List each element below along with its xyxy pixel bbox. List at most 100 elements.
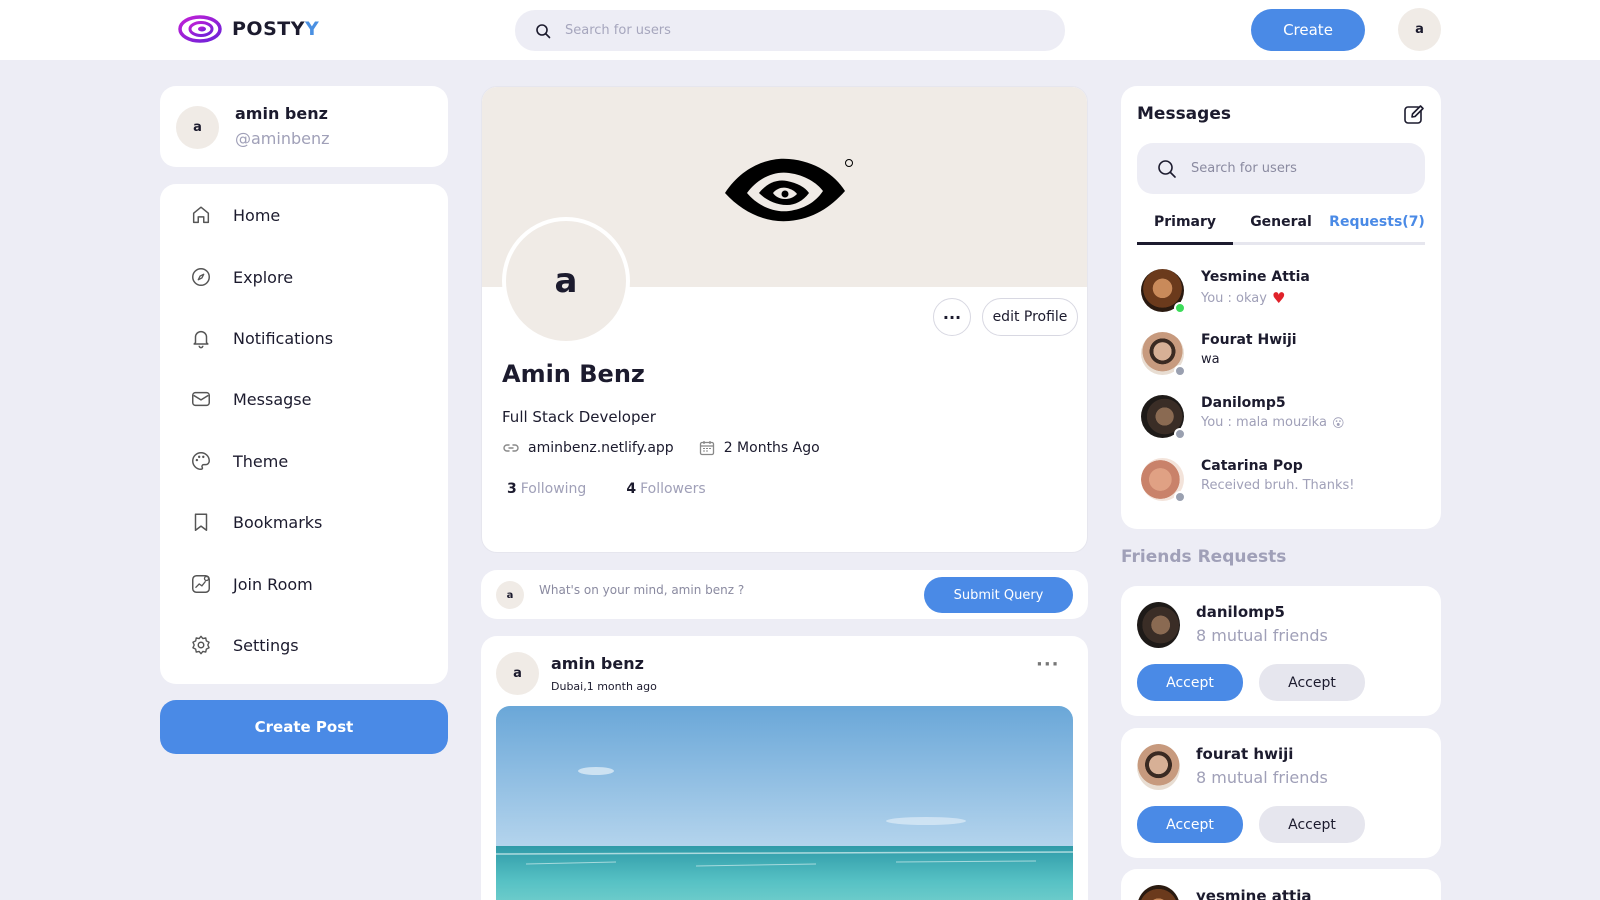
message-sender-name: Catarina Pop [1201,458,1303,474]
logo-text: POSTYY [232,18,320,40]
accept-button[interactable]: Accept [1137,664,1243,701]
profile-avatar[interactable]: a [502,217,630,345]
profile-meta: aminbenz.netlify.app 2 Months Ago [502,439,820,457]
profile-bio: Full Stack Developer [502,408,656,426]
gear-icon [192,635,210,655]
sidebar-item-label: Theme [233,451,289,471]
post-meta: Dubai,1 month ago [551,680,657,693]
beach-photo [496,706,1073,900]
message-sender-name: Yesmine Attia [1201,269,1310,285]
profile-card: a ··· edit Profile Amin Benz Full Stack … [481,86,1088,553]
bell-icon [193,330,209,349]
room-icon [192,575,210,593]
sidebar-item-label: Messagse [233,389,312,409]
message-item[interactable]: Danilomp5 You : mala mouzika 😮 [1141,395,1345,440]
tab-general[interactable]: General [1233,210,1329,245]
offline-status-dot [1174,428,1186,440]
avatar [1141,269,1186,314]
global-search-input[interactable] [565,23,1005,38]
friend-request-name[interactable]: yesmine attia [1196,887,1311,900]
sidebar-item-messages[interactable]: Messagse [190,384,311,414]
top-navbar: POSTYY Create a [0,0,1600,60]
avatar [1141,395,1186,440]
offline-status-dot [1174,491,1186,503]
logo[interactable]: POSTYY [178,14,319,44]
heart-emoji: ♥ [1271,289,1286,307]
message-item[interactable]: Yesmine Attia You : okay ♥ [1141,269,1310,314]
message-preview: You : mala mouzika 😮 [1201,415,1345,430]
avatar: a [496,581,524,609]
tab-primary[interactable]: Primary [1137,210,1233,245]
profile-name: Amin Benz [502,360,645,388]
messages-search [1137,143,1425,194]
tab-requests[interactable]: Requests(7) [1329,210,1425,245]
profile-name: amin benz [235,104,328,123]
submit-post-button[interactable]: Submit Query [924,577,1073,613]
profile-summary-card[interactable]: a amin benz @aminbenz [160,86,448,167]
profile-more-button[interactable]: ··· [933,298,971,336]
message-item[interactable]: Fourat Hwiji wa [1141,332,1297,377]
online-status-dot [1174,302,1186,314]
friend-request-name[interactable]: danilomp5 [1196,603,1285,621]
surprised-emoji: 😮 [1331,415,1345,430]
profile-joined-date: 2 Months Ago [723,440,820,456]
decline-button[interactable]: Accept [1259,806,1365,843]
friend-requests-title: Friends Requests [1121,547,1287,567]
create-post-button[interactable]: Create Post [160,700,448,754]
sidebar-item-explore[interactable]: Explore [190,262,293,292]
sidebar-item-home[interactable]: Home [190,200,280,230]
calendar-icon [699,441,714,456]
search-icon [536,23,551,38]
compass-icon [192,268,210,286]
message-preview: wa [1201,352,1220,367]
post-composer-input[interactable] [539,583,899,597]
message-item[interactable]: Catarina Pop Received bruh. Thanks! [1141,458,1355,503]
decline-button[interactable]: Accept [1259,664,1365,701]
profile-stats: 3 Following 4 Followers [507,481,746,497]
message-tabs: Primary General Requests(7) [1137,210,1425,245]
feed-post: a amin benz Dubai,1 month ago ··· [481,636,1088,900]
sidebar-item-settings[interactable]: Settings [190,630,299,660]
messages-title: Messages [1137,104,1231,124]
message-preview: You : okay ♥ [1201,289,1286,307]
following-stat[interactable]: 3 Following [507,481,586,497]
avatar[interactable] [1137,744,1180,790]
eye-logo-icon [725,158,853,222]
message-sender-name: Danilomp5 [1201,395,1286,411]
mutual-friends-count: 8 mutual friends [1196,768,1328,787]
sidebar-menu: Home Explore Notifications Messagse Them… [160,184,448,684]
sidebar-item-theme[interactable]: Theme [190,446,288,476]
mail-icon [192,391,210,407]
palette-icon [192,452,210,470]
avatar [1141,458,1186,503]
sidebar-item-label: Notifications [233,328,334,348]
link-icon [503,444,519,452]
messages-panel: Messages Primary General Requests(7) Yes… [1121,86,1441,529]
sidebar-item-notifications[interactable]: Notifications [190,323,333,353]
followers-stat[interactable]: 4 Followers [626,481,705,497]
post-image[interactable] [496,706,1073,900]
post-author-avatar[interactable]: a [496,652,539,695]
profile-handle: @aminbenz [235,129,330,148]
sidebar-item-label: Home [233,205,281,225]
offline-status-dot [1174,365,1186,377]
global-search [515,10,1065,51]
avatar[interactable] [1137,602,1180,648]
post-author-name[interactable]: amin benz [551,654,644,673]
avatar[interactable] [1137,885,1180,900]
sidebar-item-bookmarks[interactable]: Bookmarks [190,507,322,537]
create-button[interactable]: Create [1251,9,1365,51]
sidebar-item-join-room[interactable]: Join Room [190,569,313,599]
sidebar-item-label: Join Room [233,574,313,594]
edit-profile-button[interactable]: edit Profile [982,298,1078,336]
avatar: a [176,106,219,149]
profile-website-link[interactable]: aminbenz.netlify.app [528,440,674,456]
user-avatar[interactable]: a [1398,8,1441,51]
friend-request-name[interactable]: fourat hwiji [1196,745,1293,763]
post-more-button[interactable]: ··· [1036,654,1060,675]
accept-button[interactable]: Accept [1137,806,1243,843]
edit-message-icon[interactable] [1402,103,1426,127]
messages-search-input[interactable] [1191,161,1391,176]
message-preview: Received bruh. Thanks! [1201,478,1355,493]
post-composer: a Submit Query [481,570,1088,619]
